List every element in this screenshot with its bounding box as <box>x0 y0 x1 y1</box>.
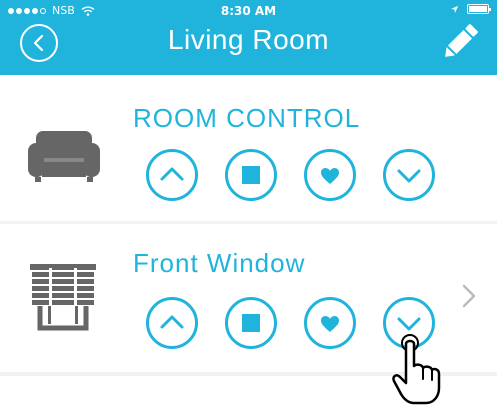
stop-square-icon <box>242 314 260 332</box>
window-stop-button[interactable] <box>225 297 277 349</box>
heart-icon <box>321 168 339 184</box>
battery-icon <box>467 4 491 14</box>
heart-icon <box>321 316 339 332</box>
location-arrow-icon <box>450 5 459 13</box>
stop-square-icon <box>242 166 260 184</box>
pencil-icon <box>445 24 478 57</box>
blinds-icon <box>30 264 96 331</box>
room-up-button[interactable] <box>146 149 198 201</box>
room-favorite-button[interactable] <box>304 149 356 201</box>
chevron-right-icon[interactable] <box>460 282 478 310</box>
page-title: Living Room <box>167 24 330 55</box>
edit-button[interactable] <box>440 20 480 64</box>
room-down-button[interactable] <box>383 149 435 201</box>
sofa-icon <box>28 131 100 182</box>
room-control-card: ROOM CONTROL <box>0 75 497 221</box>
room-control-title: ROOM CONTROL <box>133 103 361 133</box>
status-right <box>450 4 491 14</box>
room-stop-button[interactable] <box>225 149 277 201</box>
chevron-up-icon <box>160 315 184 329</box>
front-window-title: Front Window <box>133 248 306 278</box>
chevron-down-icon <box>397 169 421 183</box>
tap-hand-icon <box>392 334 441 405</box>
status-time: 8:30 AM <box>220 4 277 18</box>
status-bar: NSB 8:30 AM <box>0 0 497 22</box>
window-up-button[interactable] <box>146 297 198 349</box>
chevron-up-icon <box>160 167 184 181</box>
window-favorite-button[interactable] <box>304 297 356 349</box>
